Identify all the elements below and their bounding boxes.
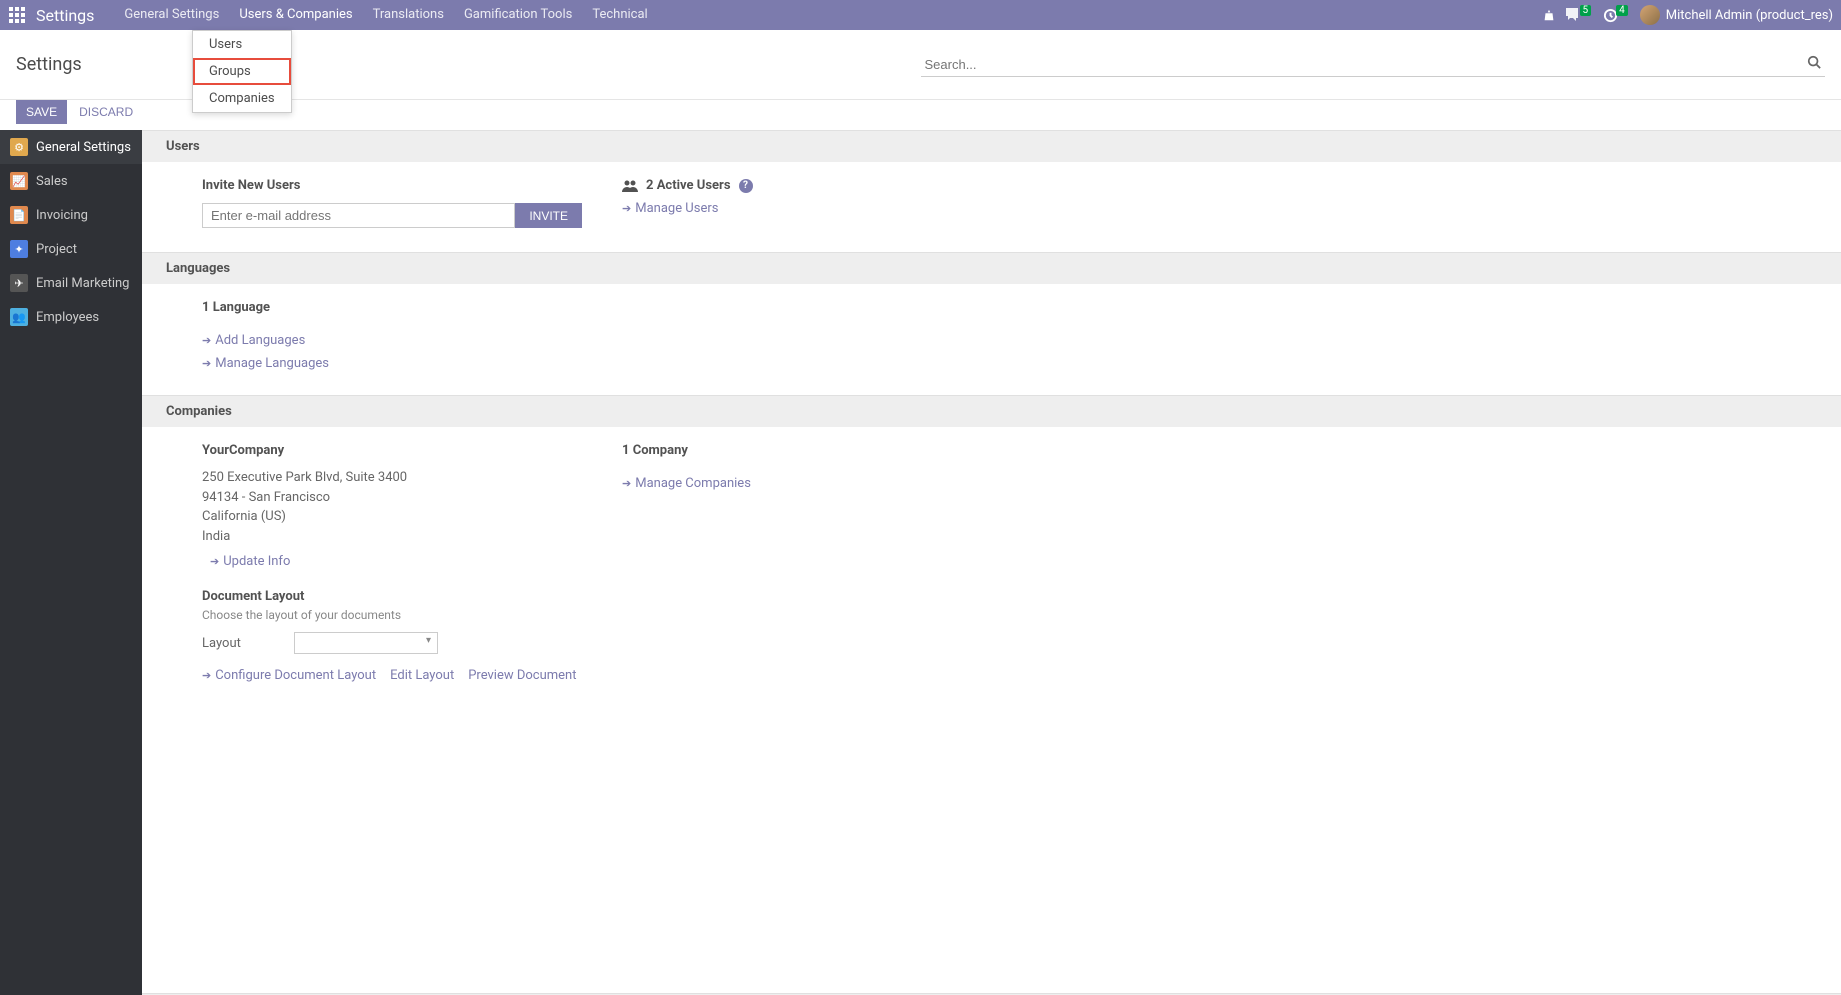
chart-icon: 📈 [10,172,28,190]
preview-document-link[interactable]: Preview Document [468,668,576,683]
section-header-companies: Companies [142,395,1841,427]
breadcrumb: Settings [16,54,82,75]
active-users-count: 2 Active Users [646,178,731,193]
language-count: 1 Language [202,300,582,315]
users-companies-dropdown: Users Groups Companies [192,30,292,113]
top-menu: General Settings Users & Companies Trans… [114,0,657,30]
sidebar-item-label: General Settings [36,140,131,155]
help-icon[interactable]: ? [739,179,753,193]
menu-technical[interactable]: Technical [582,0,657,30]
messages-badge: 5 [1580,5,1592,16]
menu-translations[interactable]: Translations [363,0,454,30]
company-address-line1: 250 Executive Park Blvd, Suite 3400 [202,468,582,488]
dropdown-companies[interactable]: Companies [193,85,291,112]
menu-gamification-tools[interactable]: Gamification Tools [454,0,582,30]
activities-icon[interactable]: 4 [1603,8,1630,23]
search-input[interactable] [921,53,1826,77]
sidebar-item-label: Email Marketing [36,276,129,291]
section-header-languages: Languages [142,252,1841,284]
sidebar-item-label: Sales [36,174,68,189]
sidebar-item-general-settings[interactable]: ⚙ General Settings [0,130,142,164]
invite-button[interactable]: INVITE [515,203,582,228]
puzzle-icon: ✦ [10,240,28,258]
apps-icon[interactable] [8,6,26,24]
section-header-users: Users [142,130,1841,162]
invite-email-input[interactable] [202,203,515,228]
dropdown-users[interactable]: Users [193,31,291,58]
discard-button[interactable]: DISCARD [75,100,137,124]
arrow-right-icon: ➔ [202,357,211,370]
app-brand[interactable]: Settings [36,6,94,25]
layout-select[interactable] [294,632,438,654]
company-name: YourCompany [202,443,582,458]
arrow-right-icon: ➔ [202,334,211,347]
document-layout-sub: Choose the layout of your documents [202,608,1817,622]
arrow-right-icon: ➔ [210,555,219,568]
sidebar-item-project[interactable]: ✦ Project [0,232,142,266]
send-icon: ✈ [10,274,28,292]
layout-field-label: Layout [202,636,282,651]
settings-content: Users Invite New Users INVITE 2 Active U… [142,130,1841,995]
document-icon: 📄 [10,206,28,224]
sidebar-item-invoicing[interactable]: 📄 Invoicing [0,198,142,232]
search-icon[interactable] [1807,55,1821,69]
manage-users-link[interactable]: ➔ Manage Users [622,201,718,216]
menu-users-companies[interactable]: Users & Companies [229,0,362,30]
company-address-line3: California (US) [202,507,582,527]
add-languages-link[interactable]: ➔ Add Languages [202,333,305,348]
debug-icon[interactable] [1542,8,1556,22]
top-navbar: Settings General Settings Users & Compan… [0,0,1841,30]
users-icon [622,179,638,193]
menu-general-settings[interactable]: General Settings [114,0,229,30]
arrow-right-icon: ➔ [622,202,631,215]
user-menu[interactable]: Mitchell Admin (product_res) [1640,5,1833,25]
people-icon: 👥 [10,308,28,326]
arrow-right-icon: ➔ [622,477,631,490]
document-layout-label: Document Layout [202,589,1817,604]
update-info-link[interactable]: ➔ Update Info [210,554,290,569]
company-count: 1 Company [622,443,1002,458]
company-address-line2: 94134 - San Francisco [202,488,582,508]
sidebar-item-label: Invoicing [36,208,88,223]
settings-sidebar: ⚙ General Settings 📈 Sales 📄 Invoicing ✦… [0,130,142,995]
manage-companies-link[interactable]: ➔ Manage Companies [622,476,751,491]
avatar [1640,5,1660,25]
sidebar-item-label: Project [36,242,77,257]
sidebar-item-email-marketing[interactable]: ✈ Email Marketing [0,266,142,300]
sidebar-item-employees[interactable]: 👥 Employees [0,300,142,334]
sidebar-item-label: Employees [36,310,99,325]
activities-badge: 4 [1616,5,1628,16]
arrow-right-icon: ➔ [202,669,211,682]
company-address-line4: India [202,527,582,547]
edit-layout-link[interactable]: Edit Layout [390,668,454,683]
invite-new-users-label: Invite New Users [202,178,582,193]
dropdown-groups[interactable]: Groups [193,58,291,85]
save-button[interactable]: SAVE [16,100,67,124]
user-name: Mitchell Admin (product_res) [1666,8,1833,23]
messages-icon[interactable]: 5 [1566,8,1594,22]
configure-document-layout-link[interactable]: ➔ Configure Document Layout [202,668,376,683]
sidebar-item-sales[interactable]: 📈 Sales [0,164,142,198]
gear-icon: ⚙ [10,138,28,156]
manage-languages-link[interactable]: ➔ Manage Languages [202,356,329,371]
